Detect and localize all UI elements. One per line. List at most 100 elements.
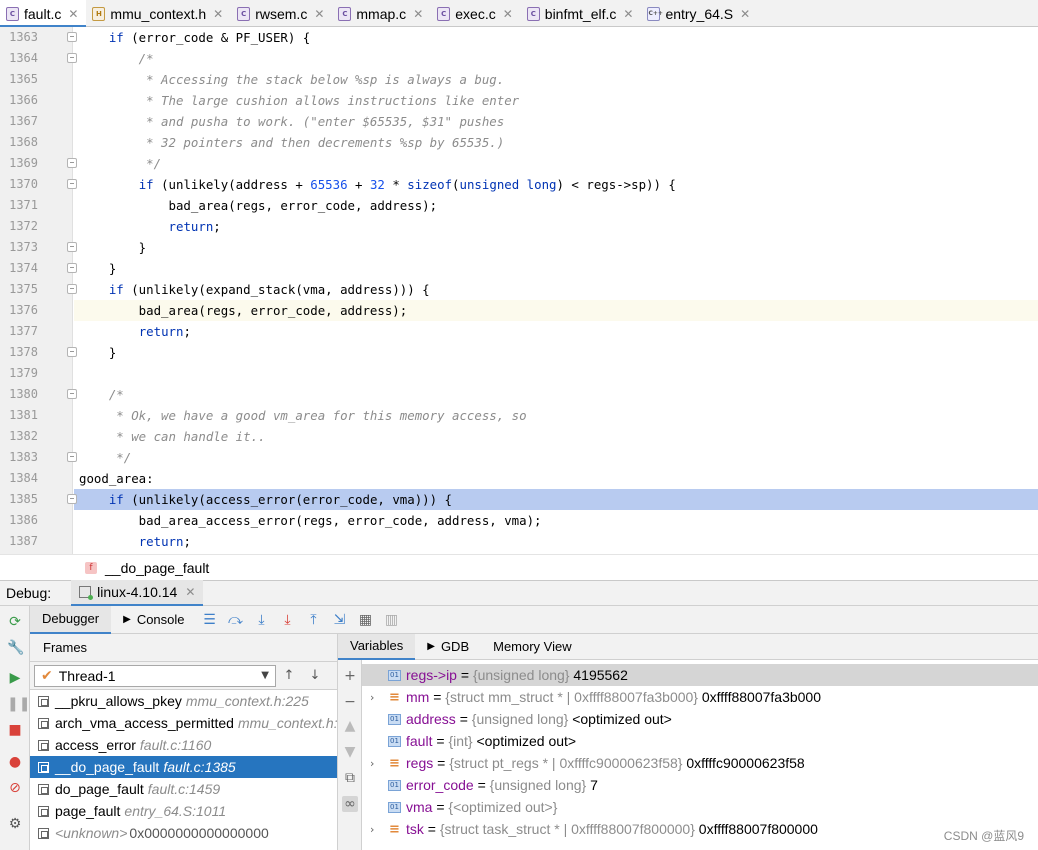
close-icon[interactable]: ✕	[314, 7, 324, 21]
variable-row[interactable]: › ≡ mm = {struct mm_struct * | 0xffff88007…	[362, 686, 1038, 708]
code-line[interactable]: 1383 */	[0, 447, 1038, 468]
code-line[interactable]: 1382 * we can handle it..	[0, 426, 1038, 447]
settings-gear-icon[interactable]: ⚙	[7, 816, 23, 832]
variable-row[interactable]: 01 vma = {<optimized out>}	[362, 796, 1038, 818]
code-line[interactable]: 1378 }	[0, 342, 1038, 363]
code-line[interactable]: 1387 return;	[0, 531, 1038, 552]
run-to-cursor-icon[interactable]: ⇲	[327, 612, 353, 628]
tab-mmu-context-h[interactable]: Hmmu_context.h ✕	[86, 0, 231, 27]
code-editor[interactable]: 1363 if (error_code & PF_USER) {1364 /* 1…	[0, 27, 1038, 554]
step-into-icon[interactable]: ⤓	[249, 612, 275, 628]
stack-frame[interactable]: access_error fault.c:1160	[30, 734, 337, 756]
resume-icon[interactable]: ▶	[7, 670, 23, 686]
stack-frame[interactable]: __pkru_allows_pkey mmu_context.h:225	[30, 690, 337, 712]
thread-select[interactable]: ✔ Thread-1 ▼	[34, 664, 276, 687]
code-line[interactable]: 1376 bad_area(regs, error_code, address)…	[0, 300, 1038, 321]
close-icon[interactable]: ✕	[623, 7, 633, 21]
code-line[interactable]: 1370 if (unlikely(address + 65536 + 32 *…	[0, 174, 1038, 195]
code-line[interactable]: 1367 * and pusha to work. ("enter $65535…	[0, 111, 1038, 132]
stop-icon[interactable]: ■	[7, 722, 23, 738]
code-line[interactable]: 1365 * Accessing the stack below %sp is …	[0, 69, 1038, 90]
fold-icon[interactable]	[67, 284, 77, 294]
close-icon[interactable]: ✕	[213, 7, 223, 21]
arrow-up-icon[interactable]: ↑	[276, 668, 302, 683]
code-line[interactable]: 1373 }	[0, 237, 1038, 258]
debug-session-tab[interactable]: linux-4.10.14 ✕	[71, 580, 204, 606]
evaluate-expression-icon[interactable]: ▦	[353, 612, 379, 628]
code-line[interactable]: 1368 * 32 pointers and then decrements %…	[0, 132, 1038, 153]
fold-icon[interactable]	[67, 242, 77, 252]
fold-icon[interactable]	[67, 32, 77, 42]
tab-entry-64-s[interactable]: C++ entry_64.S ✕	[641, 0, 758, 27]
close-icon[interactable]: ✕	[413, 7, 423, 21]
tab-memory-view[interactable]: Memory View	[481, 634, 584, 660]
glasses-icon[interactable]: ∞	[342, 796, 358, 812]
code-line[interactable]: 1369 */	[0, 153, 1038, 174]
wrench-icon[interactable]: 🔧	[7, 640, 24, 656]
rerun-icon[interactable]: ⟳	[7, 614, 23, 630]
tab-console[interactable]: ▶ Console	[111, 606, 196, 634]
variable-row[interactable]: › ≡ regs = {struct pt_regs * | 0xffffc9000…	[362, 752, 1038, 774]
move-down-icon[interactable]: ▼	[342, 744, 358, 760]
code-line[interactable]: 1380 /*	[0, 384, 1038, 405]
fold-icon[interactable]	[67, 452, 77, 462]
stack-frame[interactable]: arch_vma_access_permitted mmu_context.h:2	[30, 712, 337, 734]
code-line[interactable]: 1377 return;	[0, 321, 1038, 342]
tab-binfmt-elf-c[interactable]: Cbinfmt_elf.c ✕	[521, 0, 642, 27]
stack-frame[interactable]: page_fault entry_64.S:1011	[30, 800, 337, 822]
code-line[interactable]: 1371 bad_area(regs, error_code, address)…	[0, 195, 1038, 216]
tab-variables[interactable]: Variables	[338, 633, 416, 660]
code-line[interactable]: 1375 if (unlikely(expand_stack(vma, addr…	[0, 279, 1038, 300]
code-line[interactable]: 1366 * The large cushion allows instruct…	[0, 90, 1038, 111]
variable-row[interactable]: › ≡ tsk = {struct task_struct * | 0xffff88…	[362, 818, 1038, 840]
code-line[interactable]: 1379	[0, 363, 1038, 384]
fold-icon[interactable]	[67, 494, 77, 504]
breadcrumb[interactable]: f __do_page_fault	[0, 554, 1038, 580]
code-line[interactable]: 1386 bad_area_access_error(regs, error_c…	[0, 510, 1038, 531]
stack-frame[interactable]: __do_page_fault fault.c:1385	[30, 756, 337, 778]
close-icon[interactable]: ✕	[740, 7, 750, 21]
step-over-icon[interactable]: ⤼	[223, 612, 249, 628]
pause-icon[interactable]: ❚❚	[7, 696, 30, 712]
fold-icon[interactable]	[67, 158, 77, 168]
view-breakpoints-icon[interactable]: ●	[7, 754, 23, 770]
variable-row[interactable]: 01 fault = {int} <optimized out>	[362, 730, 1038, 752]
fold-icon[interactable]	[67, 179, 77, 189]
code-line[interactable]: 1381 * Ok, we have a good vm_area for th…	[0, 405, 1038, 426]
step-out-icon[interactable]: ⤒	[301, 612, 327, 628]
expand-arrow-icon[interactable]: ›	[370, 757, 374, 770]
close-icon[interactable]: ✕	[68, 7, 78, 21]
force-step-into-icon[interactable]: ⤓	[275, 612, 301, 628]
code-line[interactable]: 1374 }	[0, 258, 1038, 279]
tab-exec-c[interactable]: Cexec.c ✕	[431, 0, 521, 27]
code-line[interactable]: 1364 /*	[0, 48, 1038, 69]
tab-debugger[interactable]: Debugger	[30, 605, 112, 634]
expand-arrow-icon[interactable]: ›	[370, 691, 374, 704]
add-icon[interactable]: +	[342, 668, 358, 684]
fold-icon[interactable]	[67, 389, 77, 399]
fold-icon[interactable]	[67, 53, 77, 63]
code-line[interactable]: 1363 if (error_code & PF_USER) {	[0, 27, 1038, 48]
menu-lines-icon[interactable]: ☰	[197, 612, 223, 628]
stack-frame[interactable]: do_page_fault fault.c:1459	[30, 778, 337, 800]
mute-breakpoints-icon[interactable]: ⊘	[7, 780, 23, 796]
minus-icon[interactable]: −	[342, 694, 358, 710]
stack-frame-unknown[interactable]: <unknown> 0x0000000000000000	[30, 822, 337, 844]
breadcrumb-function[interactable]: __do_page_fault	[105, 560, 209, 576]
arrow-down-icon[interactable]: ↓	[302, 668, 328, 683]
code-line[interactable]: 1384 good_area:	[0, 468, 1038, 489]
fold-icon[interactable]	[67, 347, 77, 357]
close-icon[interactable]: ✕	[185, 585, 195, 599]
expand-arrow-icon[interactable]: ›	[370, 823, 374, 836]
variable-row[interactable]: 01 address = {unsigned long} <optimized o…	[362, 708, 1038, 730]
code-line[interactable]: 1385 if (unlikely(access_error(error_cod…	[0, 489, 1038, 510]
code-line[interactable]: 1372 return;	[0, 216, 1038, 237]
tab-gdb[interactable]: ▶ GDB	[415, 634, 481, 660]
variable-row[interactable]: 01 regs->ip = {unsigned long} 4195562	[362, 664, 1038, 686]
layout-icon[interactable]: ▥	[379, 612, 405, 628]
move-up-icon[interactable]: ▲	[342, 718, 358, 734]
tab-mmap-c[interactable]: Cmmap.c ✕	[332, 0, 431, 27]
fold-icon[interactable]	[67, 263, 77, 273]
close-icon[interactable]: ✕	[503, 7, 513, 21]
variable-row[interactable]: 01 error_code = {unsigned long} 7	[362, 774, 1038, 796]
